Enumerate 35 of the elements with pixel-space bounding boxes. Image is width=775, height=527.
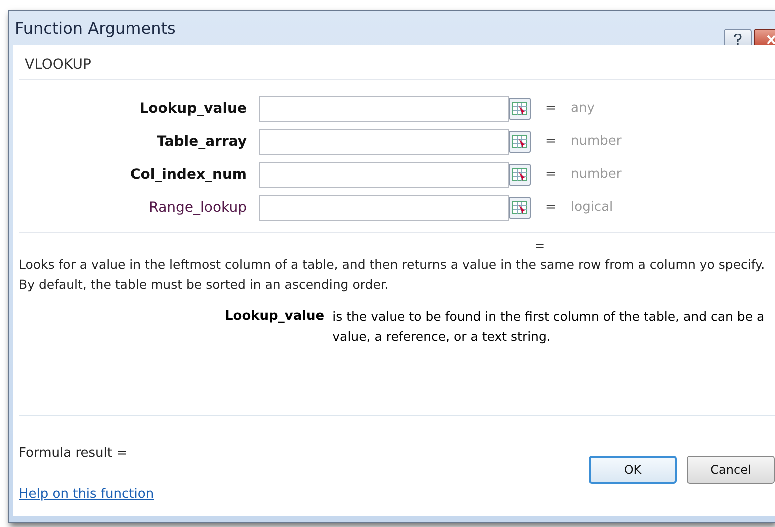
question-mark-icon <box>734 34 742 46</box>
argument-label: Lookup_value <box>138 100 248 116</box>
collapse-dialog-button[interactable] <box>509 164 531 186</box>
input-field[interactable] <box>259 128 509 154</box>
grid-arrow-icon <box>512 134 528 150</box>
function-description: Looks for a value in the leftmost column of a table, and then returns a value in the same row from a column yo specify. By default, the table must be sorted in an ascending order. <box>19 256 766 294</box>
argument-label: Table_array <box>156 134 248 150</box>
function-name: VLOOKUP <box>19 45 775 80</box>
formula-result-label: Formula result = <box>19 446 129 461</box>
grid-arrow-icon <box>512 200 528 216</box>
equals-sign: = <box>544 101 558 116</box>
equals-sign: = <box>534 238 546 253</box>
argument-description: is the value to be found in the first column of the table, and can be a value, a reference, or a text string. <box>332 308 766 346</box>
argument-type: number <box>571 134 623 149</box>
argument-type: any <box>571 101 596 116</box>
collapse-dialog-button[interactable] <box>509 98 531 120</box>
grid-arrow-icon <box>512 166 528 182</box>
equals-sign: = <box>544 200 558 215</box>
argument-type: logical <box>571 200 614 215</box>
cancel-button[interactable]: Cancel <box>687 456 775 484</box>
argument-name: Lookup_value <box>225 308 325 326</box>
grid-arrow-icon <box>512 100 528 116</box>
input-field[interactable] <box>259 194 509 220</box>
equals-sign: = <box>544 134 558 149</box>
argument-label: Col_index_num <box>129 166 248 182</box>
equals-sign: = <box>544 167 558 182</box>
argument-label: Range_lookup <box>148 200 248 216</box>
argument-type: number <box>571 167 623 182</box>
window-title: Function Arguments <box>15 18 177 38</box>
ok-button[interactable]: OK <box>589 456 677 484</box>
help-link[interactable]: Help on this function <box>19 487 154 502</box>
input-field[interactable] <box>259 162 509 188</box>
input-field[interactable] <box>259 96 509 122</box>
collapse-dialog-button[interactable] <box>509 130 531 152</box>
collapse-dialog-button[interactable] <box>509 196 531 218</box>
